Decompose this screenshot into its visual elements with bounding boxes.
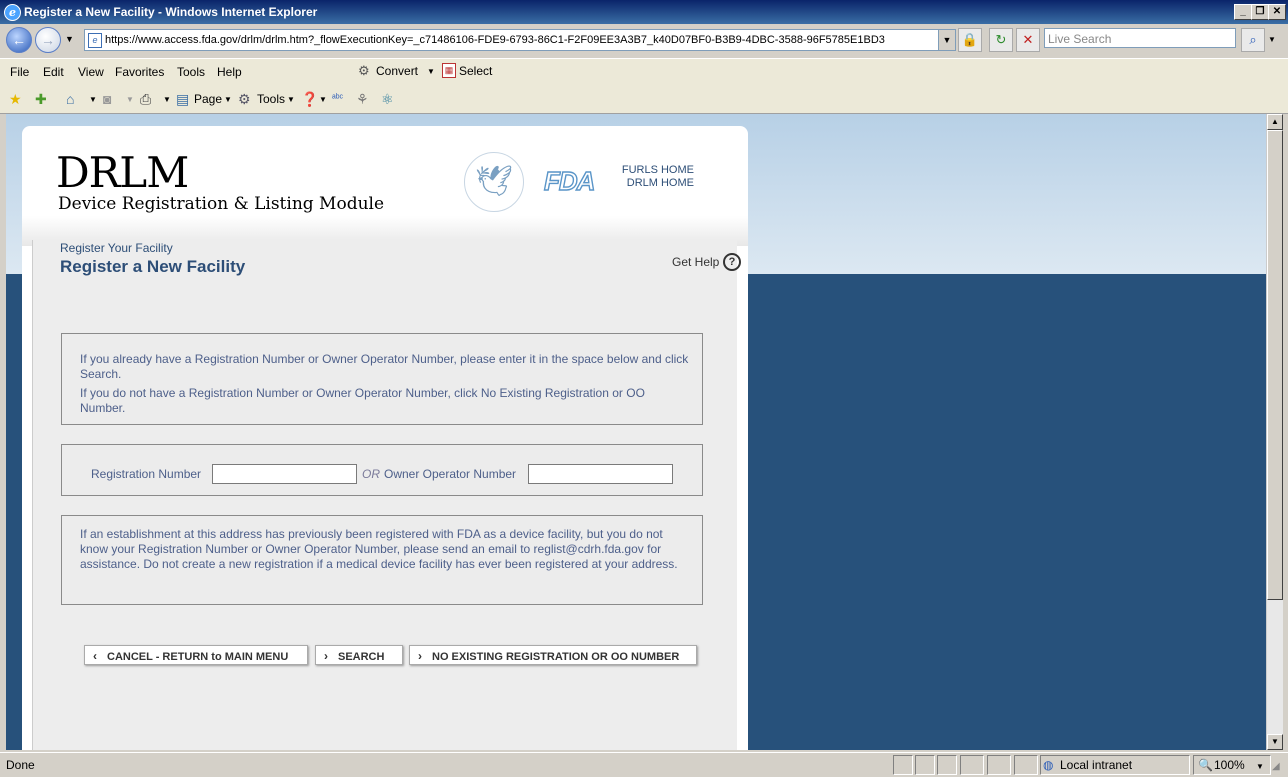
menu-tools[interactable]: Tools: [177, 65, 205, 79]
resize-grip-icon[interactable]: ◢: [1272, 761, 1280, 772]
owner-operator-number-input[interactable]: [528, 464, 673, 484]
status-text: Done: [6, 758, 35, 772]
hhs-seal-icon: 🕊: [464, 152, 524, 212]
menu-edit[interactable]: Edit: [43, 65, 64, 79]
page-icon: e: [88, 33, 102, 48]
vertical-scrollbar[interactable]: ▲ ▼: [1266, 114, 1283, 750]
search-form-box: Registration Number OR Owner Operator Nu…: [61, 444, 703, 496]
scroll-thumb[interactable]: [1267, 130, 1283, 600]
globe-icon: ◍: [1043, 758, 1054, 772]
close-button[interactable]: ✕: [1268, 4, 1286, 20]
select-button[interactable]: Select: [459, 64, 492, 78]
menu-file[interactable]: File: [10, 65, 29, 79]
chevron-right-icon: ›: [418, 649, 422, 663]
page-title: Register a New Facility: [60, 257, 246, 276]
owner-operator-number-label: Owner Operator Number: [384, 467, 517, 481]
drlm-home-link[interactable]: DRLM HOME: [582, 177, 694, 189]
add-favorites-icon[interactable]: ✚: [35, 91, 47, 107]
registration-number-label: Registration Number: [91, 467, 202, 481]
print-icon[interactable]: ⎙: [140, 91, 151, 107]
get-help-link[interactable]: Get Help: [672, 255, 719, 269]
note-box: If an establishment at this address has …: [61, 515, 703, 605]
print-dropdown-icon[interactable]: ▼: [163, 95, 171, 104]
spellcheck-icon[interactable]: ᵃᵇᶜ: [332, 91, 343, 107]
lock-icon[interactable]: 🔒: [958, 28, 982, 52]
search-options-icon[interactable]: ▼: [1268, 35, 1276, 44]
page-menu-button[interactable]: Page: [194, 92, 222, 106]
page-viewport: DRLM Device Registration & Listing Modul…: [6, 114, 1266, 750]
chevron-right-icon: ›: [324, 649, 328, 663]
tools-gear-icon: ⚙: [238, 91, 251, 107]
tools-menu-button[interactable]: Tools: [257, 92, 285, 106]
home-icon[interactable]: ⌂: [66, 91, 74, 107]
search-button[interactable]: › SEARCH: [315, 645, 403, 665]
status-bar: Done ◍ Local intranet 🔍 100% ▼ ◢: [0, 752, 1288, 777]
search-icon[interactable]: ⌕: [1241, 28, 1265, 52]
drlm-logo: DRLM: [56, 148, 189, 197]
page-icon: ▤: [176, 91, 190, 107]
window-title: Register a New Facility - Windows Intern…: [24, 5, 318, 19]
help-icon[interactable]: ?: [723, 253, 741, 271]
cancel-return-button[interactable]: ‹ CANCEL - RETURN to MAIN MENU: [84, 645, 308, 665]
menu-bar: File Edit View Favorites Tools Help ⚙ Co…: [0, 58, 1288, 86]
ie-logo-icon: e: [4, 4, 21, 21]
registration-number-input[interactable]: [212, 464, 357, 484]
zoom-level[interactable]: 100%: [1214, 758, 1245, 772]
address-bar-row: ← → ▼ e https://www.access.fda.gov/drlm/…: [0, 24, 1288, 56]
convert-dropdown-icon[interactable]: ▼: [427, 67, 435, 76]
command-bar: ★ ✚ ⌂ ▼ ◙ ▼ ⎙ ▼ ▤ Page ▼ ⚙ Tools ▼ ❓ ▼ ᵃ…: [0, 85, 1288, 114]
instruction-search: If you already have a Registration Numbe…: [80, 352, 689, 381]
minimize-button[interactable]: _: [1234, 4, 1252, 20]
stop-icon[interactable]: ✕: [1016, 28, 1040, 52]
url-dropdown-icon[interactable]: ▼: [938, 30, 955, 50]
history-dropdown-icon[interactable]: ▼: [65, 34, 74, 44]
window-title-bar: e Register a New Facility - Windows Inte…: [0, 0, 1288, 24]
forward-button[interactable]: →: [35, 27, 61, 53]
favorites-star-icon[interactable]: ★: [9, 91, 22, 107]
messenger-icon[interactable]: ⚛: [381, 91, 394, 107]
page-dropdown-icon[interactable]: ▼: [224, 95, 232, 104]
url-text[interactable]: https://www.access.fda.gov/drlm/drlm.htm…: [105, 30, 885, 50]
help-menu-icon[interactable]: ❓: [301, 91, 318, 107]
furls-home-link[interactable]: FURLS HOME: [582, 164, 694, 176]
zoom-icon: 🔍: [1198, 758, 1213, 772]
or-label: OR: [362, 467, 380, 481]
tools-dropdown-icon[interactable]: ▼: [287, 95, 295, 104]
breadcrumb: Register Your Facility: [60, 241, 173, 255]
menu-view[interactable]: View: [78, 65, 104, 79]
assistance-note: If an establishment at this address has …: [80, 527, 678, 571]
convert-button[interactable]: Convert: [376, 64, 418, 78]
zoom-dropdown-icon[interactable]: ▼: [1256, 762, 1264, 771]
chevron-left-icon: ‹: [93, 649, 97, 663]
refresh-icon[interactable]: ↻: [989, 28, 1013, 52]
address-bar[interactable]: e https://www.access.fda.gov/drlm/drlm.h…: [84, 29, 956, 51]
back-button[interactable]: ←: [6, 27, 32, 53]
menu-help[interactable]: Help: [217, 65, 242, 79]
instructions-box: If you already have a Registration Numbe…: [61, 333, 703, 425]
scroll-down-icon[interactable]: ▼: [1267, 734, 1283, 750]
security-zone: Local intranet: [1060, 758, 1133, 772]
no-existing-registration-button[interactable]: › NO EXISTING REGISTRATION OR OO NUMBER: [409, 645, 697, 665]
research-icon[interactable]: ⚘: [356, 91, 369, 107]
instruction-no-existing: If you do not have a Registration Number…: [80, 386, 645, 415]
content-card: DRLM Device Registration & Listing Modul…: [22, 126, 748, 750]
drlm-logo-subtitle: Device Registration & Listing Module: [58, 194, 385, 214]
home-dropdown-icon[interactable]: ▼: [89, 95, 97, 104]
help-dropdown-icon[interactable]: ▼: [319, 95, 327, 104]
select-icon: ▦: [442, 63, 456, 78]
feeds-icon[interactable]: ◙: [103, 91, 111, 107]
scroll-up-icon[interactable]: ▲: [1267, 114, 1283, 130]
feeds-dropdown-icon[interactable]: ▼: [126, 95, 134, 104]
search-input[interactable]: Live Search: [1044, 28, 1236, 48]
convert-icon: ⚙: [358, 63, 370, 78]
maximize-button[interactable]: ❐: [1251, 4, 1269, 20]
menu-favorites[interactable]: Favorites: [115, 65, 164, 79]
